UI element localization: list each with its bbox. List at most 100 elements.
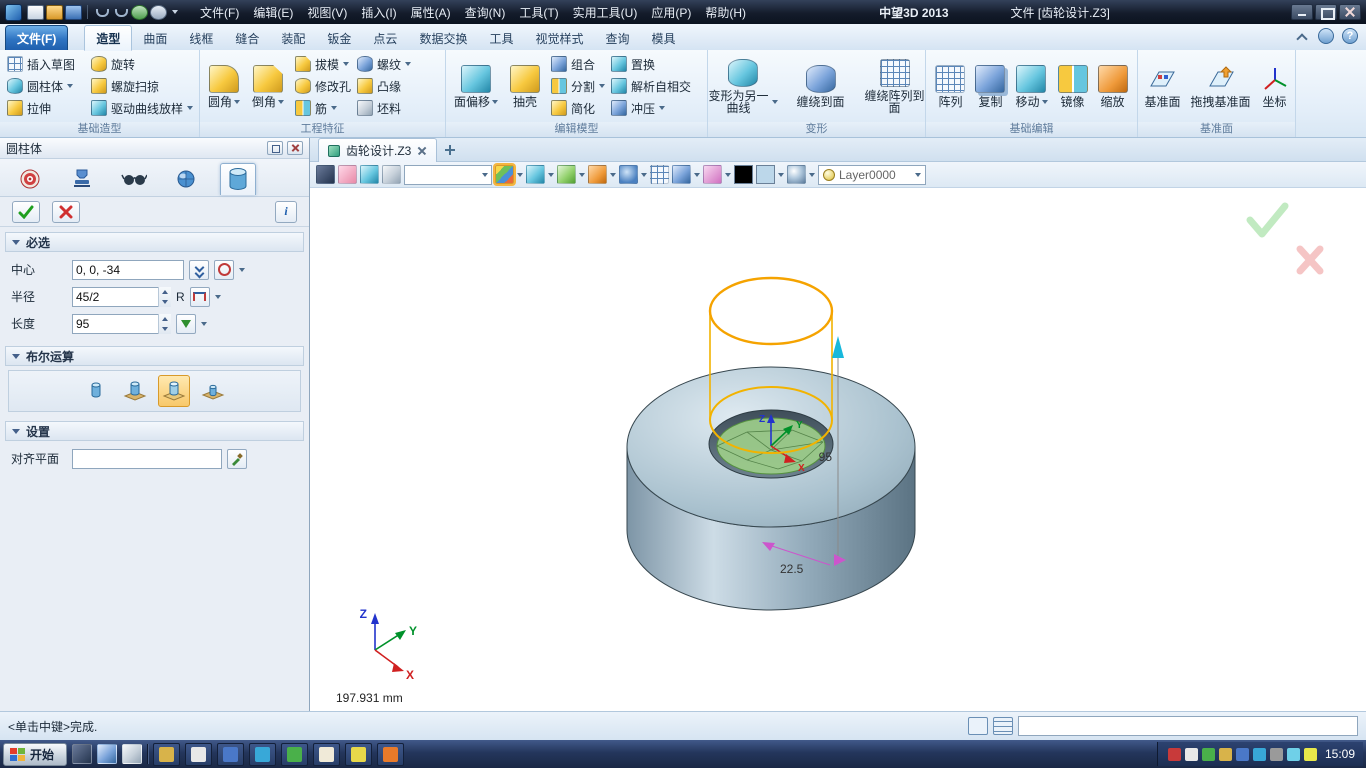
new-tab-button[interactable] [443, 143, 457, 157]
ok-button[interactable] [12, 201, 40, 223]
ribbon-item-modify-hole[interactable]: 修改孔 [293, 78, 355, 95]
taskbar-app-icon[interactable] [377, 743, 404, 766]
ribbon-item-move[interactable]: 移动 [1012, 64, 1050, 109]
close-tab-icon[interactable] [417, 146, 427, 156]
dropdown-caret-icon[interactable] [201, 322, 207, 326]
command-combobox[interactable] [404, 165, 492, 185]
ribbon-item-cylinder[interactable]: 圆柱体 [5, 78, 89, 95]
collapse-ribbon-icon[interactable] [1294, 28, 1310, 44]
dropdown-caret-icon[interactable] [517, 173, 523, 177]
dropdown-caret-icon[interactable] [659, 106, 665, 110]
dropdown-caret-icon[interactable] [234, 100, 240, 104]
dropdown-caret-icon[interactable] [331, 106, 337, 110]
ribbon-item-lip[interactable]: 凸缘 [355, 78, 433, 95]
tray-icon[interactable] [1202, 748, 1215, 761]
tab-inquire[interactable]: 查询 [594, 26, 640, 50]
ribbon-item-face-offset[interactable]: 面偏移 [451, 64, 501, 109]
point-picker-icon[interactable] [214, 260, 234, 280]
dropdown-caret-icon[interactable] [67, 84, 73, 88]
taskbar-app-icon[interactable] [281, 743, 308, 766]
dropdown-caret-icon[interactable] [915, 173, 921, 177]
menu-inquire[interactable]: 查询(N) [458, 2, 513, 23]
tab-manager-view[interactable] [168, 163, 204, 195]
ribbon-item-combine[interactable]: 组合 [549, 56, 609, 73]
menu-attributes[interactable]: 属性(A) [404, 2, 458, 23]
ribbon-item-extrude[interactable]: 拉伸 [5, 100, 89, 117]
command-input[interactable] [1018, 716, 1358, 736]
ribbon-item-replace[interactable]: 置换 [609, 56, 711, 73]
dropdown-caret-icon[interactable] [1042, 100, 1048, 104]
shade-mode-icon[interactable] [526, 165, 545, 184]
panel-close-icon[interactable] [287, 141, 303, 155]
align-plane-input[interactable] [72, 449, 222, 469]
dropdown-caret-icon[interactable] [778, 173, 784, 177]
tab-wireframe[interactable]: 线框 [178, 26, 224, 50]
direction-arrow-icon[interactable] [832, 336, 844, 358]
viewport-canvas[interactable]: Y X Z 95 [310, 188, 1366, 711]
edge-color-swatch[interactable] [734, 165, 753, 184]
dropdown-caret-icon[interactable] [239, 268, 245, 272]
csys-display-icon[interactable] [360, 165, 379, 184]
taskbar-app-icon[interactable] [313, 743, 340, 766]
material-icon[interactable] [787, 165, 806, 184]
file-menu-button[interactable]: 文件(F) [5, 25, 68, 50]
confirm-check-icon[interactable] [1250, 206, 1285, 234]
tray-icon[interactable] [1236, 748, 1249, 761]
new-file-icon[interactable] [27, 5, 44, 20]
tab-manager-cylinder[interactable] [220, 163, 256, 195]
entity-display-icon[interactable] [588, 165, 607, 184]
tray-icon[interactable] [1219, 748, 1232, 761]
boolean-remove-button[interactable] [158, 375, 190, 407]
cancel-button[interactable] [52, 201, 80, 223]
taskbar-app-icon[interactable] [249, 743, 276, 766]
tab-data-exchange[interactable]: 数据交换 [408, 26, 478, 50]
plane-picker-icon[interactable] [227, 449, 247, 469]
dropdown-caret-icon[interactable] [343, 62, 349, 66]
tab-manager-wheel[interactable] [12, 163, 48, 195]
panel-dock-icon[interactable] [267, 141, 283, 155]
ribbon-item-rib[interactable]: 筋 [293, 100, 355, 117]
dropdown-caret-icon[interactable] [492, 100, 498, 104]
tray-icon[interactable] [1304, 748, 1317, 761]
viewport-3d[interactable]: Y X Z 95 [310, 188, 1366, 711]
tray-icon[interactable] [1287, 748, 1300, 761]
taskbar-app-icon[interactable] [217, 743, 244, 766]
dropdown-caret-icon[interactable] [694, 173, 700, 177]
skin-icon[interactable] [1318, 28, 1334, 44]
tray-icon[interactable] [1185, 748, 1198, 761]
expression-icon[interactable] [190, 287, 210, 307]
help-icon[interactable]: ? [1342, 28, 1358, 44]
ribbon-item-loft[interactable]: 驱动曲线放样 [89, 100, 189, 117]
clipboard-icon[interactable] [382, 165, 401, 184]
ribbon-item-wrap-to-face[interactable]: 缠绕到面 [787, 64, 855, 109]
dropdown-caret-icon[interactable] [482, 173, 488, 177]
tab-manager-history[interactable] [64, 163, 100, 195]
ribbon-item-stock[interactable]: 坯料 [355, 100, 433, 117]
ribbon-item-shell[interactable]: 抽壳 [507, 64, 543, 109]
undo-icon[interactable] [93, 5, 110, 20]
grid-toggle-icon[interactable] [650, 165, 669, 184]
settings-icon[interactable] [150, 5, 167, 20]
ribbon-item-draft[interactable]: 拔模 [293, 56, 355, 73]
menu-tools[interactable]: 工具(T) [512, 2, 565, 23]
taskbar-app-icon[interactable] [153, 743, 180, 766]
tab-sheetmetal[interactable]: 钣金 [316, 26, 362, 50]
ribbon-item-wrap-pattern-to-face[interactable]: 缠绕阵列到面 [861, 58, 929, 115]
ribbon-item-fillet[interactable]: 圆角 [205, 64, 243, 109]
menu-help[interactable]: 帮助(H) [698, 2, 753, 23]
menu-utilities[interactable]: 实用工具(U) [566, 2, 645, 23]
section-boolean-header[interactable]: 布尔运算 [5, 346, 304, 366]
section-required-header[interactable]: 必选 [5, 232, 304, 252]
tab-visualize[interactable]: 视觉样式 [524, 26, 594, 50]
dropdown-caret-icon[interactable] [215, 295, 221, 299]
dropdown-caret-icon[interactable] [725, 173, 731, 177]
boolean-base-button[interactable] [80, 375, 112, 407]
menu-file[interactable]: 文件(F) [193, 2, 246, 23]
boolean-intersect-button[interactable] [197, 375, 229, 407]
blank-entity-icon[interactable] [338, 165, 357, 184]
tab-heal[interactable]: 缝合 [224, 26, 270, 50]
ribbon-item-divide[interactable]: 分割 [549, 78, 609, 95]
ribbon-item-pattern[interactable]: 阵列 [932, 64, 968, 109]
maximize-button[interactable] [1315, 4, 1337, 20]
ribbon-item-mirror[interactable]: 镜像 [1055, 64, 1091, 109]
